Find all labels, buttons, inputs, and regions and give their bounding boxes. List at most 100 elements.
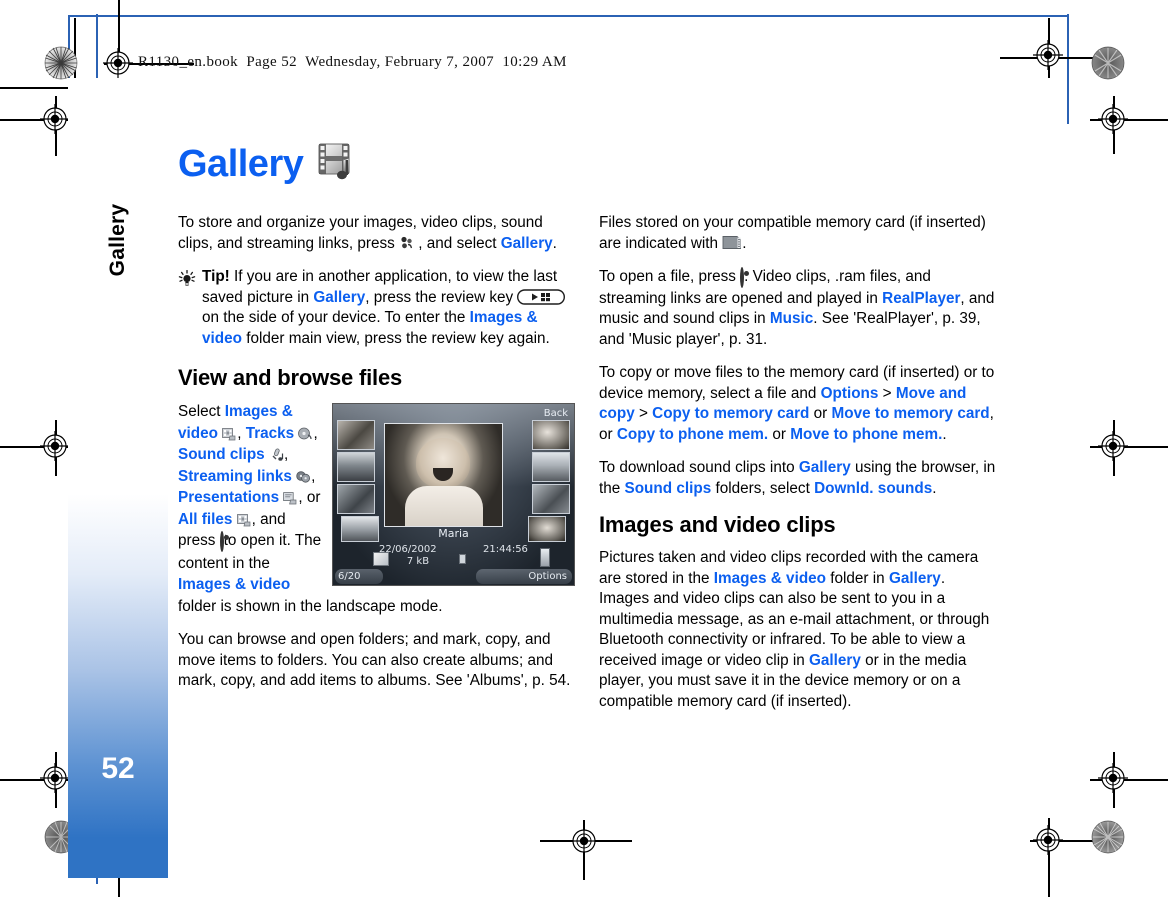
all-files-folder-icon: [236, 512, 252, 526]
sound-clips-mic-icon: [269, 447, 284, 461]
link-gallery[interactable]: Gallery: [501, 235, 553, 252]
link-downld-sounds[interactable]: Downld. sounds: [814, 480, 932, 497]
link-options[interactable]: Options: [821, 385, 879, 402]
copy-text-3: >: [634, 405, 653, 422]
thumbnail-right-2[interactable]: [532, 452, 570, 482]
crop-rule-top-left: [0, 87, 76, 89]
images-video-paragraph: Pictures taken and video clips recorded …: [599, 548, 999, 712]
link-images-video-2[interactable]: Images & video: [178, 576, 290, 593]
copy-text-6: or: [768, 425, 791, 443]
images-text-2: folder in: [826, 569, 889, 587]
thumbnail-left-2[interactable]: [337, 452, 375, 482]
crop-rule-top-mid-v: [118, 0, 120, 52]
two-column-body: To store and organize your images, video…: [178, 213, 1008, 725]
select-text-6: , or: [298, 489, 321, 506]
device-options-softkey[interactable]: Options: [528, 571, 567, 582]
link-copy-to-memory-card[interactable]: Copy to memory card: [652, 405, 809, 422]
device-screen: Back Maria 22/06/2002 21:44:56 7 kB 6/20…: [332, 403, 575, 586]
memcard-text-2: .: [742, 234, 747, 252]
select-text-5: ,: [311, 467, 316, 485]
intro-paragraph: To store and organize your images, video…: [178, 213, 575, 254]
selected-image-preview[interactable]: [384, 423, 503, 527]
select-text-4: ,: [283, 446, 289, 463]
link-music[interactable]: Music: [770, 310, 813, 327]
density-starburst-top-left: [44, 46, 78, 80]
link-realplayer[interactable]: RealPlayer: [882, 290, 960, 307]
device-image-size: 7 kB: [406, 556, 430, 567]
copy-text-7: .: [942, 425, 947, 443]
link-streaming-links[interactable]: Streaming links: [178, 468, 292, 485]
memcard-text-1: Files stored on your compatible memory c…: [599, 214, 986, 252]
page-content: Gallery To store and organize your image…: [178, 140, 1008, 725]
device-memory-icon: [459, 554, 466, 564]
thumbnail-left-1[interactable]: [337, 420, 375, 450]
running-head: R1130_en.book Page 52 Wednesday, Februar…: [138, 54, 567, 70]
registration-target-left-upper: [40, 104, 70, 134]
registration-target-right-mid: [1098, 431, 1128, 461]
browse-paragraph: You can browse and open folders; and mar…: [178, 631, 571, 689]
download-text-3: folders, select: [711, 479, 815, 497]
memory-card-paragraph: Files stored on your compatible memory c…: [599, 213, 999, 254]
tip-text-4: folder main view, press the review key a…: [241, 329, 550, 347]
heading-view-and-browse: View and browse files: [178, 365, 403, 390]
menu-key-icon: [399, 235, 414, 250]
tip-text-2: , press the review key: [365, 288, 518, 306]
registration-target-right-top2: [1098, 104, 1128, 134]
page-sidebar: Gallery 52: [68, 78, 168, 878]
left-column: To store and organize your images, video…: [178, 213, 575, 725]
lightbulb-tip-icon: [178, 267, 196, 349]
photo-body: [405, 486, 483, 526]
link-move-to-memory-card[interactable]: Move to memory card: [832, 405, 990, 422]
link-move-to-phone-mem[interactable]: Move to phone mem.: [790, 426, 942, 443]
thumbnail-right-1[interactable]: [532, 420, 570, 450]
device-image-time: 21:44:56: [483, 544, 528, 555]
filmstrip-music-note-icon: [315, 140, 355, 187]
review-key-icon: [517, 288, 566, 305]
right-column: Files stored on your compatible memory c…: [599, 213, 999, 725]
select-and-device-block: Back Maria 22/06/2002 21:44:56 7 kB 6/20…: [178, 401, 575, 617]
copy-text-4: or: [809, 405, 832, 422]
tip-text-3: on the side of your device. To enter the: [202, 309, 470, 326]
device-filmstrip-icon: [540, 548, 550, 567]
scroll-key-icon: [219, 531, 224, 552]
download-sounds-paragraph: To download sound clips into Gallery usi…: [599, 458, 999, 499]
device-back-softkey[interactable]: Back: [544, 408, 568, 419]
link-all-files[interactable]: All files: [178, 511, 232, 528]
sidebar-chapter-label: Gallery: [106, 203, 129, 277]
device-image-name: Maria: [438, 527, 469, 540]
download-text-1: To download sound clips into: [599, 459, 799, 476]
open-text-1: To open a file, press: [599, 268, 741, 285]
device-screenshot: Back Maria 22/06/2002 21:44:56 7 kB 6/20…: [332, 403, 575, 586]
tracks-disc-icon: [298, 426, 313, 440]
select-text-3: ,: [313, 424, 318, 442]
download-text-4: .: [932, 479, 937, 497]
link-copy-to-phone-mem[interactable]: Copy to phone mem.: [617, 426, 768, 443]
select-text-9: folder is shown in the landscape mode.: [178, 597, 443, 615]
page-title: Gallery: [178, 142, 304, 185]
tip-text: Tip! If you are in another application, …: [202, 267, 575, 349]
registration-target-bottom-center: [569, 826, 599, 856]
link-gallery-2[interactable]: Gallery: [889, 570, 941, 587]
link-gallery-tip[interactable]: Gallery: [313, 289, 365, 306]
link-tracks[interactable]: Tracks: [246, 425, 294, 442]
device-web-icon: [373, 552, 389, 566]
open-file-paragraph: To open a file, press . Video clips, .ra…: [599, 267, 999, 350]
memory-card-icon: [722, 235, 742, 250]
images-video-folder-icon: [222, 426, 237, 440]
density-starburst-bottom-right: [1091, 820, 1125, 854]
tip-label: Tip!: [202, 268, 230, 285]
link-sound-clips[interactable]: Sound clips: [178, 446, 265, 463]
registration-target-left-lower: [40, 763, 70, 793]
select-text-1: Select: [178, 403, 225, 420]
chapter-title-row: Gallery: [178, 140, 1008, 187]
link-gallery-3[interactable]: Gallery: [809, 652, 861, 669]
registration-target-left-mid: [40, 431, 70, 461]
registration-target-right-upper: [1033, 40, 1063, 70]
link-images-video-3[interactable]: Images & video: [714, 570, 826, 587]
thumbnail-right-3[interactable]: [532, 484, 570, 514]
trim-line-right: [1067, 14, 1069, 124]
link-gallery-dl[interactable]: Gallery: [799, 459, 851, 476]
link-sound-clips-dl[interactable]: Sound clips: [625, 480, 712, 497]
thumbnail-left-3[interactable]: [337, 484, 375, 514]
link-presentations[interactable]: Presentations: [178, 489, 279, 506]
